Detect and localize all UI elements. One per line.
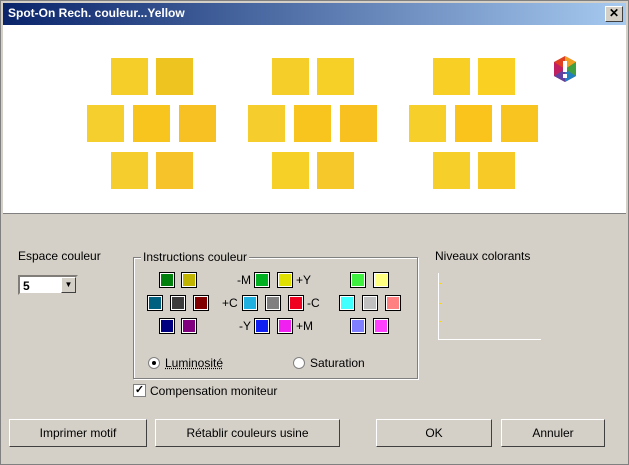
- swatch-minus-y[interactable]: [254, 318, 270, 334]
- preview-swatch[interactable]: [455, 105, 492, 142]
- compensation-checkbox[interactable]: ✓: [133, 384, 146, 397]
- gamut-warning-icon: [554, 56, 576, 82]
- swatch-light-yellow[interactable]: [373, 272, 389, 288]
- saturation-label: Saturation: [310, 356, 365, 370]
- swatch-plus-m[interactable]: [277, 318, 293, 334]
- dialog-window: Spot-On Rech. couleur...Yellow ✕ Espace …: [0, 0, 629, 465]
- color-preview-area: [3, 25, 626, 214]
- plus-m-label: +M: [296, 319, 314, 333]
- plus-y-label: +Y: [296, 273, 312, 287]
- preview-swatch[interactable]: [156, 58, 193, 95]
- swatch-lavender[interactable]: [350, 318, 366, 334]
- preview-swatch[interactable]: [179, 105, 216, 142]
- swatch-olive[interactable]: [181, 272, 197, 288]
- preview-swatch[interactable]: [340, 105, 377, 142]
- preview-swatch[interactable]: [478, 58, 515, 95]
- compensation-label: Compensation moniteur: [150, 384, 278, 398]
- swatch-purple[interactable]: [181, 318, 197, 334]
- preview-swatch[interactable]: [272, 152, 309, 189]
- preview-swatch[interactable]: [294, 105, 331, 142]
- ink-levels-graph: [438, 273, 541, 340]
- swatch-green[interactable]: [159, 272, 175, 288]
- preview-swatch[interactable]: [111, 152, 148, 189]
- swatch-plus-y[interactable]: [277, 272, 293, 288]
- swatch-plus-c[interactable]: [242, 295, 258, 311]
- preview-swatch[interactable]: [501, 105, 538, 142]
- preview-swatch[interactable]: [478, 152, 515, 189]
- color-instructions-title: Instructions couleur: [141, 250, 250, 264]
- swatch-light-gray[interactable]: [362, 295, 378, 311]
- preview-swatch[interactable]: [317, 58, 354, 95]
- minus-y-label: -Y: [239, 319, 251, 333]
- swatch-cyan[interactable]: [339, 295, 355, 311]
- swatch-dark-gray[interactable]: [170, 295, 186, 311]
- minus-m-label: -M: [237, 273, 251, 287]
- level-tick: [439, 303, 441, 304]
- swatch-current[interactable]: [265, 295, 281, 311]
- swatch-maroon[interactable]: [193, 295, 209, 311]
- swatch-light-green[interactable]: [350, 272, 366, 288]
- cancel-button[interactable]: Annuler: [501, 419, 605, 447]
- preview-swatch[interactable]: [409, 105, 446, 142]
- preview-swatch[interactable]: [87, 105, 124, 142]
- color-space-value: 5: [23, 279, 30, 293]
- preview-swatch[interactable]: [433, 152, 470, 189]
- color-space-select[interactable]: 5 ▼: [18, 275, 78, 295]
- preview-swatch[interactable]: [156, 152, 193, 189]
- saturation-radio[interactable]: [293, 357, 305, 369]
- swatch-minus-m[interactable]: [254, 272, 270, 288]
- swatch-minus-c[interactable]: [288, 295, 304, 311]
- level-tick: [439, 283, 441, 284]
- plus-c-label: +C: [222, 296, 238, 310]
- swatch-salmon[interactable]: [385, 295, 401, 311]
- ink-levels-label: Niveaux colorants: [435, 249, 531, 263]
- preview-swatch[interactable]: [133, 105, 170, 142]
- preview-swatch[interactable]: [317, 152, 354, 189]
- luminosite-radio[interactable]: [148, 357, 160, 369]
- preview-swatch[interactable]: [272, 58, 309, 95]
- ok-button[interactable]: OK: [376, 419, 492, 447]
- title-bar[interactable]: Spot-On Rech. couleur...Yellow ✕: [3, 3, 626, 25]
- swatch-teal[interactable]: [147, 295, 163, 311]
- reset-colors-button[interactable]: Rétablir couleurs usine: [155, 419, 340, 447]
- preview-swatch[interactable]: [433, 58, 470, 95]
- minus-c-label: -C: [307, 296, 320, 310]
- print-pattern-button[interactable]: Imprimer motif: [9, 419, 147, 447]
- preview-swatch[interactable]: [248, 105, 285, 142]
- close-button[interactable]: ✕: [605, 6, 623, 22]
- color-space-label: Espace couleur: [18, 249, 101, 263]
- chevron-down-icon[interactable]: ▼: [61, 277, 76, 293]
- swatch-navy[interactable]: [159, 318, 175, 334]
- swatch-pink[interactable]: [373, 318, 389, 334]
- window-title: Spot-On Rech. couleur...Yellow: [8, 6, 185, 20]
- level-tick: [439, 321, 441, 322]
- luminosite-label: Luminosité: [165, 356, 224, 370]
- preview-swatch[interactable]: [111, 58, 148, 95]
